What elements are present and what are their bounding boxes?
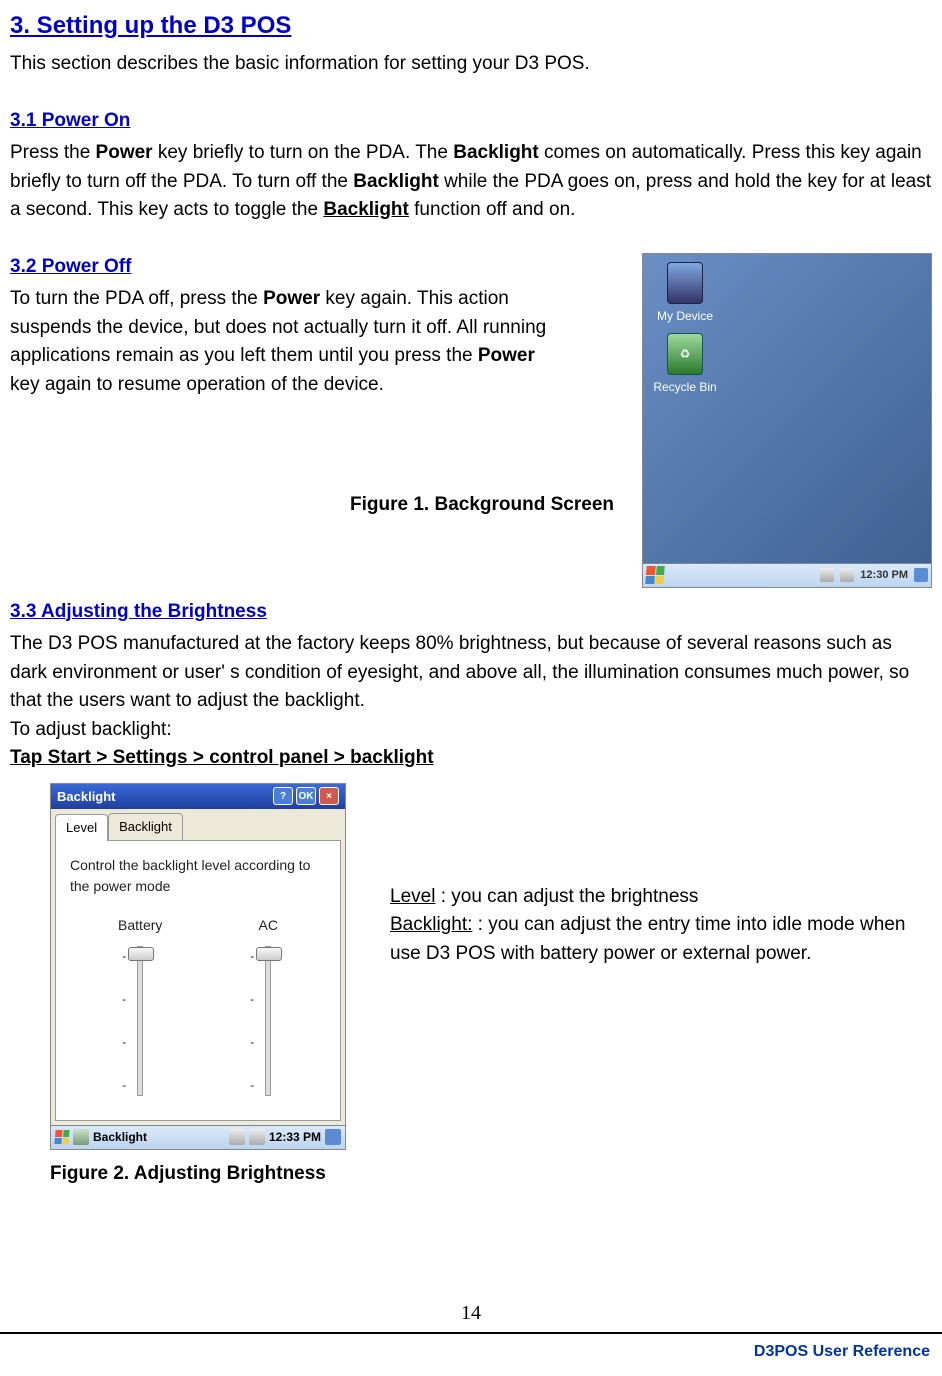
- task-app-icon[interactable]: [73, 1129, 89, 1145]
- footer-reference: D3POS User Reference: [0, 1334, 942, 1364]
- desktop-icon-2[interactable]: [325, 1129, 341, 1145]
- clock: 12:30 PM: [860, 567, 908, 584]
- tray-icon-b[interactable]: [249, 1129, 265, 1145]
- clock-2: 12:33 PM: [269, 1128, 321, 1146]
- close-button[interactable]: ×: [319, 787, 339, 805]
- desc-level-label: Level: [390, 886, 435, 907]
- pda-icon: [667, 262, 703, 304]
- para-3-1: Press the Power key briefly to turn on t…: [10, 139, 932, 225]
- bold-power-1: Power: [96, 142, 153, 163]
- page-number: 14: [0, 1298, 942, 1328]
- battery-slider-thumb[interactable]: [128, 947, 154, 961]
- recycle-icon: ♻: [667, 333, 703, 375]
- bold-backlight-2: Backlight: [353, 171, 439, 192]
- taskbar-app-label[interactable]: Backlight: [93, 1128, 147, 1146]
- figure-2-caption: Figure 2. Adjusting Brightness: [50, 1160, 350, 1189]
- section-3-1: 3.1 Power On Press the Power key briefly…: [10, 107, 932, 225]
- heading-3-3: 3.3 Adjusting the Brightness: [10, 598, 932, 627]
- window-title: Backlight: [57, 787, 116, 807]
- nav-path: Tap Start > Settings > control panel > b…: [10, 744, 932, 773]
- battery-slider[interactable]: - - - -: [137, 946, 143, 1096]
- slider-label-ac: AC: [259, 915, 278, 936]
- page-title: 3. Setting up the D3 POS: [10, 8, 932, 44]
- tab-backlight[interactable]: Backlight: [108, 813, 183, 840]
- my-device-icon[interactable]: My Device: [649, 262, 721, 325]
- wince-taskbar: 12:30 PM: [643, 563, 931, 587]
- start-button-icon-2[interactable]: [54, 1130, 69, 1144]
- backlight-window: Backlight ? OK × Level Backlight Control…: [50, 783, 346, 1150]
- ac-slider-thumb[interactable]: [256, 947, 282, 961]
- figure-1-screenshot: My Device ♻ Recycle Bin 12:30 PM: [642, 253, 932, 588]
- wince-desktop: My Device ♻ Recycle Bin 12:30 PM: [642, 253, 932, 588]
- desktop-icon[interactable]: [914, 568, 928, 582]
- ac-slider[interactable]: - - - -: [265, 946, 271, 1096]
- desc-level-text: : you can adjust the brightness: [435, 886, 698, 907]
- start-button-icon[interactable]: [645, 566, 665, 584]
- slider-label-battery: Battery: [118, 915, 162, 936]
- recycle-bin-icon[interactable]: ♻ Recycle Bin: [649, 333, 721, 396]
- heading-3-1: 3.1 Power On: [10, 107, 932, 136]
- figure-2-block: Backlight ? OK × Level Backlight Control…: [10, 783, 350, 1189]
- tray-icon-2[interactable]: [840, 568, 854, 582]
- para-3-3b: To adjust backlight:: [10, 716, 932, 745]
- tray-icon-a[interactable]: [229, 1129, 245, 1145]
- para-3-3: The D3 POS manufactured at the factory k…: [10, 630, 932, 716]
- para-3-2: To turn the PDA off, press the Power key…: [10, 285, 550, 399]
- tab-level[interactable]: Level: [55, 814, 108, 841]
- bold-power-3: Power: [478, 345, 535, 366]
- ok-button[interactable]: OK: [296, 787, 316, 805]
- panel-description: Control the backlight level according to…: [70, 855, 326, 897]
- bold-backlight-1: Backlight: [453, 142, 539, 163]
- description-column: Level : you can adjust the brightness Ba…: [390, 783, 932, 1189]
- tray-icon-1[interactable]: [820, 568, 834, 582]
- bold-power-2: Power: [263, 288, 320, 309]
- desc-backlight-label: Backlight:: [390, 914, 472, 935]
- intro-text: This section describes the basic informa…: [10, 50, 932, 79]
- backlight-titlebar: Backlight ? OK ×: [51, 784, 345, 810]
- section-3-3: 3.3 Adjusting the Brightness The D3 POS …: [10, 598, 932, 773]
- help-button[interactable]: ?: [273, 787, 293, 805]
- backlight-taskbar: Backlight 12:33 PM: [51, 1125, 345, 1149]
- bold-backlight-3: Backlight: [323, 199, 409, 220]
